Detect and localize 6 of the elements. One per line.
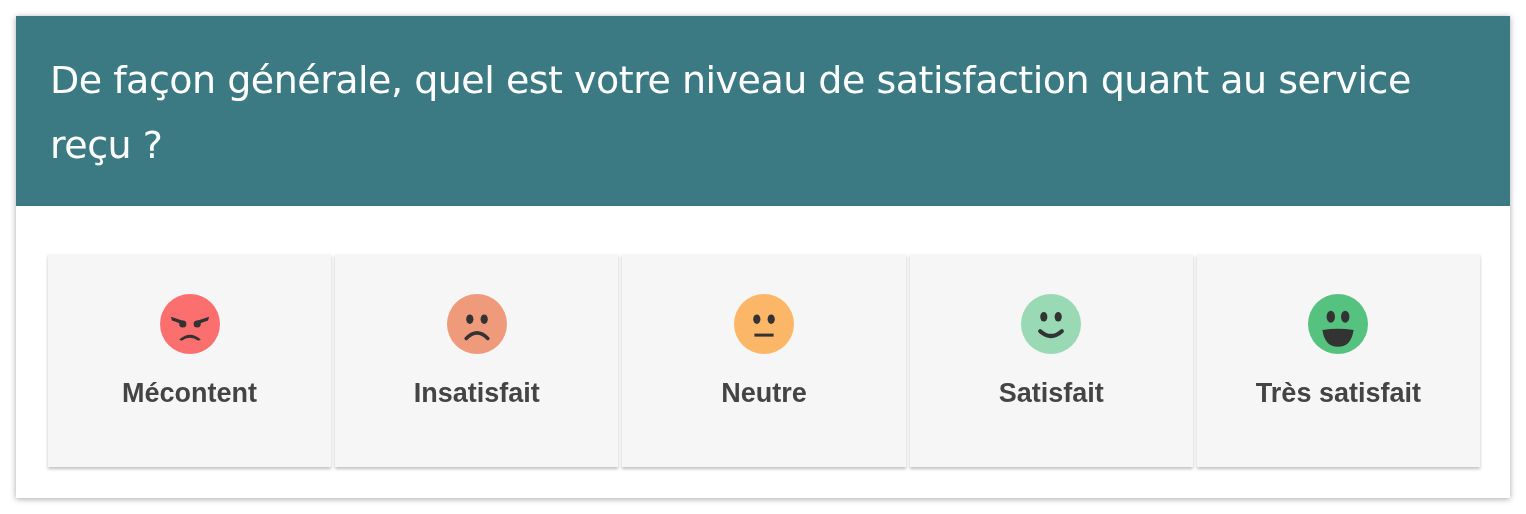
- question-text: De façon générale, quel est votre niveau de satisfaction quant au service reçu ?: [50, 57, 1412, 169]
- rating-option[interactable]: Neutre: [622, 254, 906, 467]
- rating-option[interactable]: Très satisfait: [1196, 254, 1480, 467]
- rating-option[interactable]: Mécontent: [48, 254, 332, 467]
- rating-option[interactable]: Satisfait: [909, 254, 1193, 467]
- rating-option[interactable]: Insatisfait: [335, 254, 619, 467]
